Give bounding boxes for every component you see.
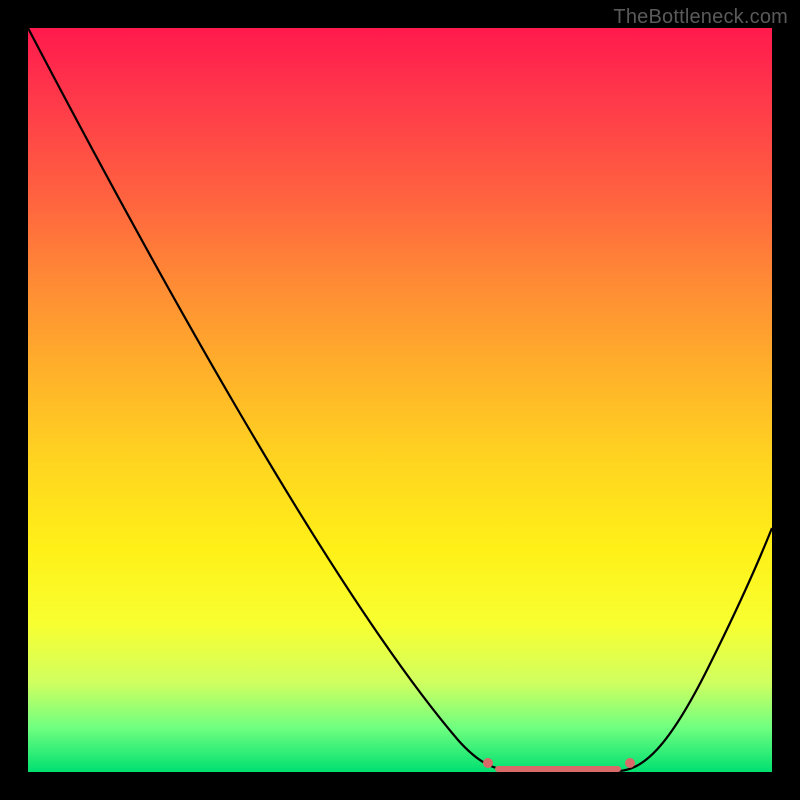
highlight-start-dot <box>483 758 493 768</box>
bottleneck-curve <box>28 28 772 771</box>
bottleneck-curve-svg <box>28 28 772 772</box>
highlight-end-dot <box>625 758 635 768</box>
watermark-text: TheBottleneck.com <box>613 6 788 29</box>
